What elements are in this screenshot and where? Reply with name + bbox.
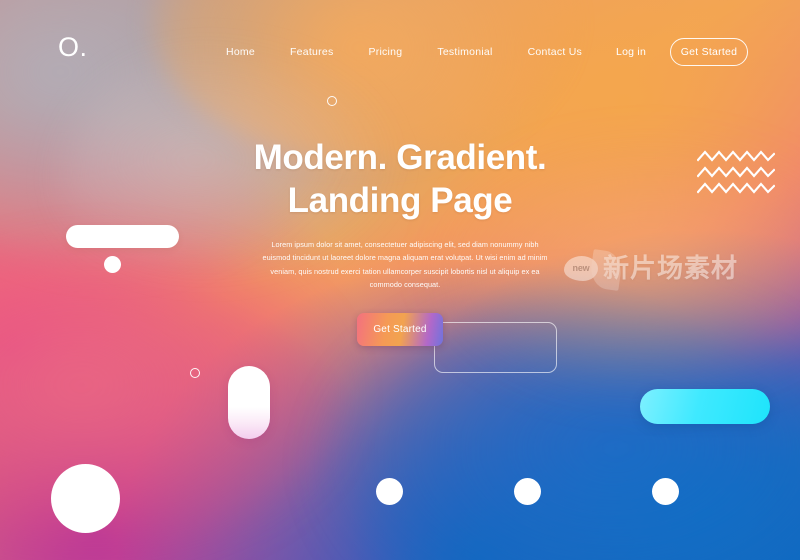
nav-get-started-button[interactable]: Get Started (670, 38, 748, 66)
landing-page-root: O. Home Features Pricing Testimonial Con… (0, 0, 800, 560)
decor-pill-cyan (640, 389, 770, 424)
nav-item-contact-us[interactable]: Contact Us (528, 42, 582, 62)
nav-item-features[interactable]: Features (290, 42, 333, 62)
site-logo[interactable]: O. (58, 34, 88, 61)
hero-paragraph: Lorem ipsum dolor sit amet, consectetuer… (262, 240, 548, 289)
decor-circle-small-1 (376, 478, 403, 505)
decor-ring-top (327, 96, 337, 106)
hero-title-line-2: Landing Page (287, 181, 513, 221)
nav-item-testimonial[interactable]: Testimonial (437, 42, 492, 62)
main-navigation: O. Home Features Pricing Testimonial Con… (0, 34, 800, 70)
decor-ring-middle (190, 368, 200, 378)
zigzag-lines-icon (697, 150, 775, 194)
decor-circle-large (51, 464, 120, 533)
decor-dot-small (104, 256, 121, 273)
nav-links: Home Features Pricing Testimonial Contac… (226, 42, 582, 62)
hero-title-line-1: Modern. Gradient. (253, 138, 547, 177)
decor-pill-horizontal (66, 225, 179, 248)
hero-title: Modern. Gradient. Landing Page (0, 136, 800, 223)
login-link[interactable]: Log in (616, 46, 646, 58)
hero-get-started-button[interactable]: Get Started (357, 313, 443, 346)
nav-item-pricing[interactable]: Pricing (368, 42, 402, 62)
decor-pill-vertical (228, 366, 270, 439)
cta-outline-frame (434, 322, 557, 373)
nav-item-home[interactable]: Home (226, 42, 255, 62)
decor-circle-small-3 (652, 478, 679, 505)
decor-circle-small-2 (514, 478, 541, 505)
